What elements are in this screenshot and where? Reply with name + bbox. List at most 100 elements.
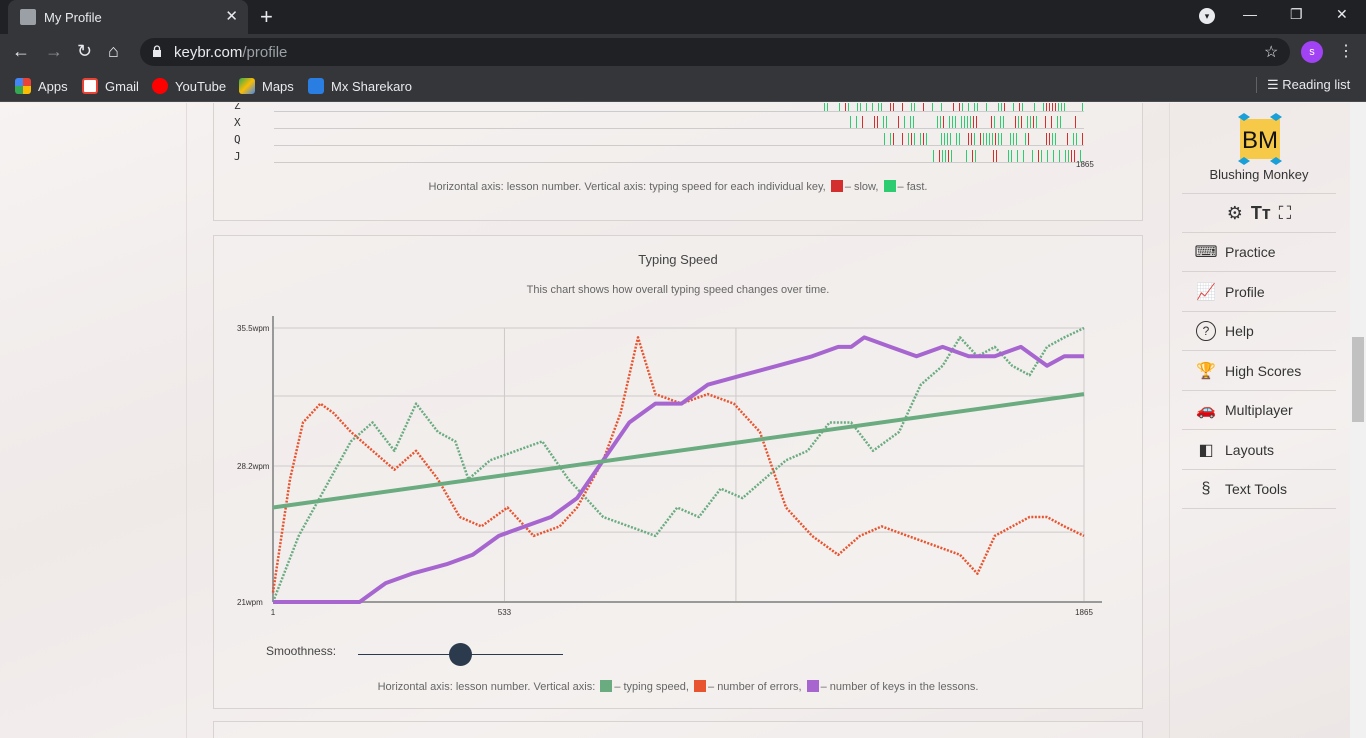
bookmark-gmail[interactable]: Gmail (82, 77, 139, 95)
chart-subtitle: This chart shows how overall typing spee… (526, 284, 830, 296)
browser-tab[interactable]: My Profile ✕ (8, 0, 248, 34)
key-speed-mark (951, 150, 952, 162)
bookmarks-bar: Apps Gmail YouTube Maps Mx Sharekaro ☰ R… (0, 70, 1366, 102)
key-speed-mark (893, 133, 894, 145)
back-icon[interactable]: ← (12, 41, 30, 62)
keyboard-icon: ⌨ (1194, 244, 1218, 261)
key-speed-mark (1016, 133, 1017, 145)
sidebar-item-label: Multiplayer (1225, 402, 1293, 418)
key-speed-mark (998, 103, 999, 111)
key-speed-mark (911, 133, 912, 145)
key-chart-x-end: 1865 (1076, 160, 1094, 169)
key-speed-mark (850, 116, 851, 128)
key-row-track (274, 111, 1084, 112)
tab-title: My Profile (44, 10, 102, 25)
key-speed-mark (1011, 150, 1012, 162)
key-speed-mark (1065, 150, 1066, 162)
layouts-icon: ◧ (1198, 441, 1214, 459)
key-speed-card: ZXQJ 1865 Horizontal axis: lesson number… (213, 103, 1143, 221)
bookmark-apps[interactable]: Apps (15, 77, 68, 95)
sidebar-item-multiplayer[interactable]: 🚗 Multiplayer (1182, 391, 1336, 430)
key-speed-mark (1053, 150, 1054, 162)
key-speed-mark (1025, 133, 1026, 145)
reload-icon[interactable]: ↻ (77, 41, 92, 62)
key-speed-mark (1055, 133, 1056, 145)
sidebar-item-layouts[interactable]: ◧ Layouts (1182, 431, 1336, 470)
bookmark-star-icon[interactable]: ☆ (1264, 42, 1278, 62)
forward-icon[interactable]: → (45, 41, 63, 62)
chart-title: Typing Speed (638, 252, 718, 267)
key-speed-mark (950, 133, 951, 145)
key-speed-mark (893, 103, 894, 111)
close-tab-icon[interactable]: ✕ (225, 7, 238, 25)
close-window-icon[interactable]: ✕ (1336, 6, 1348, 23)
key-speed-mark (1013, 103, 1014, 111)
key-speed-mark (1045, 116, 1046, 128)
browser-toolbar: ← → ↻ ⌂ keybr.com/profile ☆ s ⋮ (0, 34, 1366, 70)
x-tick-label: 1 (271, 608, 276, 617)
key-speed-mark (956, 133, 957, 145)
key-speed-mark (970, 116, 971, 128)
bookmark-maps[interactable]: Maps (239, 77, 294, 95)
new-tab-icon[interactable]: + (260, 4, 273, 30)
key-speed-mark (941, 103, 942, 111)
tab-search-icon[interactable]: ▾ (1199, 8, 1215, 24)
address-bar[interactable]: keybr.com/profile ☆ (140, 38, 1290, 66)
key-chart-caption: Horizontal axis: lesson number. Vertical… (428, 180, 928, 193)
key-speed-mark (923, 103, 924, 111)
key-speed-mark (1082, 103, 1083, 111)
sidebar-item-profile[interactable]: 📈 Profile (1182, 273, 1336, 312)
sidebar-item-high-scores[interactable]: 🏆 High Scores (1182, 352, 1336, 391)
key-speed-mark (848, 103, 849, 111)
menu-kebab-icon[interactable]: ⋮ (1338, 41, 1354, 61)
key-speed-mark (961, 116, 962, 128)
car-icon: 🚗 (1196, 402, 1216, 419)
bookmark-youtube[interactable]: YouTube (152, 77, 226, 95)
smoothness-slider-thumb[interactable] (449, 643, 472, 666)
key-speed-mark (839, 103, 840, 111)
blushing-monkey-logo[interactable]: BM (1234, 113, 1286, 165)
minimize-icon[interactable]: — (1243, 6, 1257, 22)
sidebar-item-help[interactable]: ? Help (1182, 312, 1336, 351)
key-speed-mark (1013, 133, 1014, 145)
section-icon: § (1201, 480, 1211, 497)
sidebar-item-label: High Scores (1225, 362, 1302, 379)
key-speed-mark (1071, 150, 1072, 162)
key-speed-mark (904, 116, 905, 128)
key-speed-mark (964, 116, 965, 128)
settings-gear-icon[interactable]: ⚙ (1227, 203, 1243, 224)
font-size-icon[interactable]: Tт (1251, 203, 1271, 224)
key-speed-mark (1034, 103, 1035, 111)
key-speed-mark (998, 133, 999, 145)
key-speed-mark (973, 116, 974, 128)
key-speed-mark (944, 133, 945, 145)
key-speed-mark (975, 150, 976, 162)
key-speed-mark (898, 116, 899, 128)
key-speed-mark (974, 103, 975, 111)
errors-swatch (694, 680, 707, 692)
fullscreen-icon[interactable]: ⛶ (1279, 203, 1292, 224)
key-speed-mark (967, 116, 968, 128)
key-speed-mark (1082, 133, 1083, 145)
key-speed-mark (862, 116, 863, 128)
key-speed-mark (845, 103, 846, 111)
key-speed-mark (1061, 103, 1062, 111)
reading-list-button[interactable]: ☰ Reading list (1256, 77, 1350, 93)
restore-icon[interactable]: ❐ (1290, 6, 1303, 23)
sidebar-item-practice[interactable]: ⌨ Practice (1182, 233, 1336, 272)
lock-icon (153, 45, 161, 57)
sidebar-item-text-tools[interactable]: § Text Tools (1182, 470, 1336, 509)
brand-name[interactable]: Blushing Monkey (1182, 167, 1336, 182)
key-speed-mark (1030, 116, 1031, 128)
sidebar-item-label: Layouts (1225, 441, 1275, 458)
bookmark-mx-sharekaro[interactable]: Mx Sharekaro (308, 77, 412, 95)
y-tick-label: 21wpm (237, 598, 263, 607)
key-speed-mark (1000, 116, 1001, 128)
profile-avatar[interactable]: s (1301, 41, 1323, 63)
page-scrollbar[interactable] (1350, 103, 1366, 738)
scrollbar-thumb[interactable] (1352, 337, 1364, 422)
key-speed-mark (939, 150, 940, 162)
key-speed-mark (959, 133, 960, 145)
key-speed-mark (1060, 116, 1061, 128)
home-icon[interactable]: ⌂ (108, 41, 119, 62)
